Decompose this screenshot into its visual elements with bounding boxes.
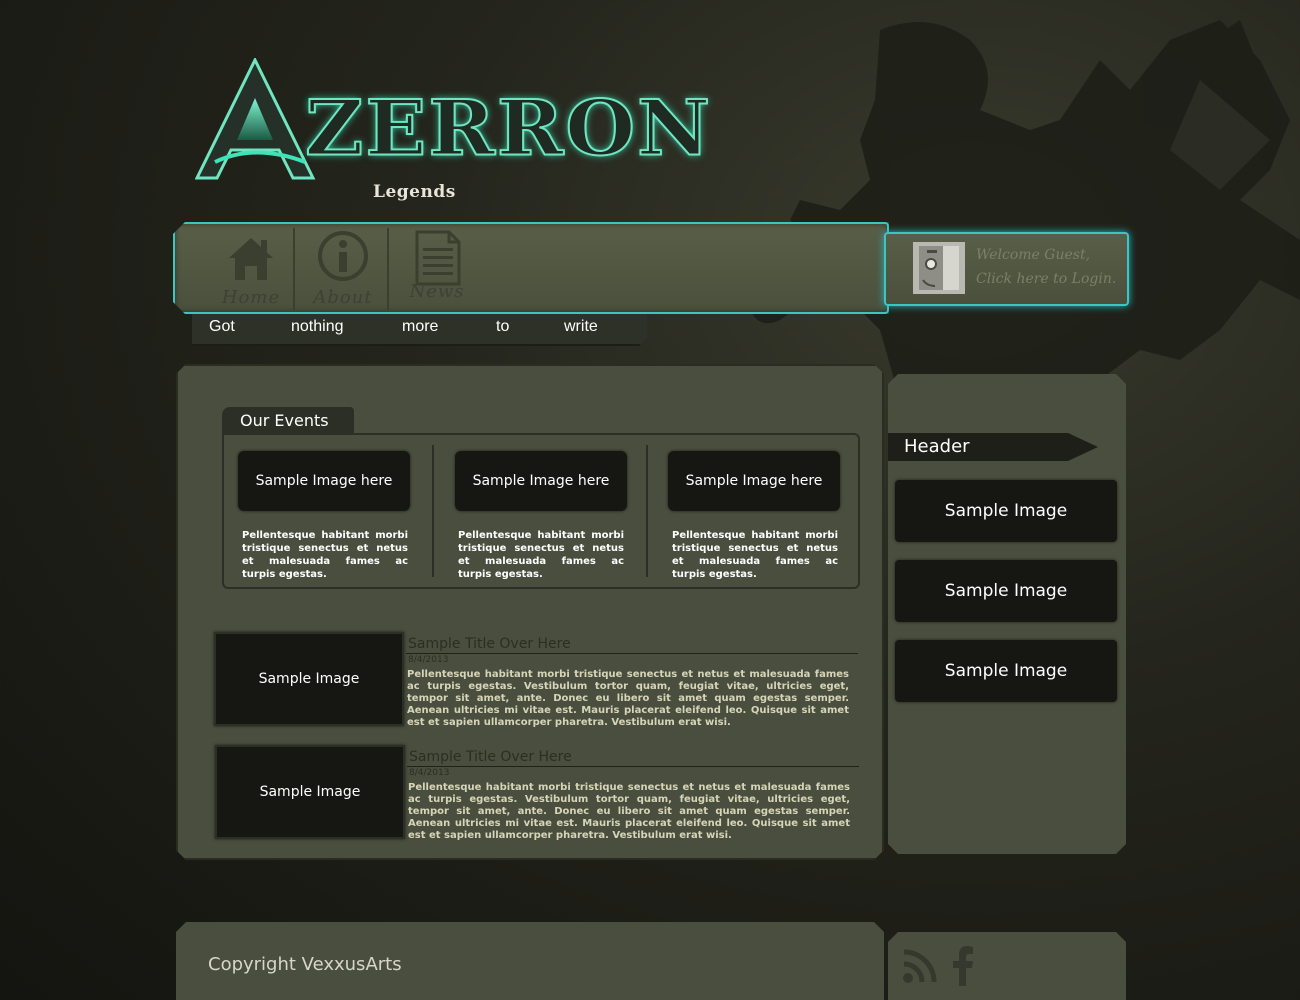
event-description: Pellentesque habitant morbi tristique se… [458, 530, 624, 580]
logo-wordmark: ZERRON [304, 83, 713, 173]
subnav-link[interactable]: to [496, 318, 509, 336]
subnav-link[interactable]: Got [209, 318, 235, 336]
welcome-message[interactable]: Welcome Guest, Click here to Login. [976, 243, 1121, 291]
main-navigation: Home About News [173, 222, 889, 314]
event-divider [646, 445, 648, 577]
event-image[interactable]: Sample Image here [455, 451, 627, 511]
sidebar-image[interactable]: Sample Image [895, 480, 1117, 542]
events-tab: Our Events [222, 407, 354, 435]
subnav-link[interactable]: nothing [291, 318, 344, 336]
nav-label-about: About [313, 287, 373, 308]
news-icon [409, 228, 465, 288]
event-image[interactable]: Sample Image here [238, 451, 410, 511]
login-panel[interactable]: Welcome Guest, Click here to Login. [884, 232, 1129, 306]
nav-item-news[interactable]: News [389, 224, 485, 312]
post-title[interactable]: Sample Title Over Here [408, 636, 571, 652]
sidebar-header: Header [888, 433, 1098, 461]
post-title-underline [407, 766, 859, 767]
post-image[interactable]: Sample Image [214, 632, 404, 726]
post-title-underline [406, 653, 858, 654]
login-link[interactable]: Click here to Login. [976, 267, 1121, 291]
nav-item-about[interactable]: About [295, 224, 391, 312]
sidebar-image[interactable]: Sample Image [895, 560, 1117, 622]
post-body: Pellentesque habitant morbi tristique se… [408, 782, 850, 841]
avatar [913, 242, 965, 294]
facebook-icon[interactable] [952, 946, 974, 986]
post-date: 8/4/2013 [409, 768, 450, 778]
event-divider [432, 445, 434, 577]
nav-item-home[interactable]: Home [203, 224, 299, 312]
events-box: Sample Image here Pellentesque habitant … [222, 433, 860, 589]
user-avatar-icon [919, 246, 959, 290]
info-icon [315, 228, 371, 284]
sidebar-header-text: Header [904, 436, 970, 457]
site-logo[interactable]: ZERRON Legends [195, 58, 711, 208]
post-body: Pellentesque habitant morbi tristique se… [407, 669, 849, 728]
nav-label-home: Home [221, 287, 281, 308]
home-icon [223, 230, 279, 286]
post-date: 8/4/2013 [408, 655, 449, 665]
event-description: Pellentesque habitant morbi tristique se… [242, 530, 408, 580]
copyright-text: Copyright VexxusArts [208, 954, 402, 975]
event-image[interactable]: Sample Image here [668, 451, 840, 511]
nav-label-news: News [409, 281, 465, 302]
footer-social [888, 932, 1126, 1000]
events-title: Our Events [240, 411, 329, 430]
rss-icon[interactable] [902, 948, 938, 984]
post-title[interactable]: Sample Title Over Here [409, 749, 572, 765]
event-description: Pellentesque habitant morbi tristique se… [672, 530, 838, 580]
subnav-link[interactable]: more [402, 318, 438, 336]
footer: Copyright VexxusArts [176, 922, 884, 1000]
sidebar-image[interactable]: Sample Image [895, 640, 1117, 702]
logo-subtitle: Legends [373, 182, 456, 202]
subnav-link[interactable]: write [564, 318, 598, 336]
subnav-bar: Got nothing more to write [192, 314, 647, 346]
welcome-greeting: Welcome Guest, [976, 247, 1091, 263]
post-image[interactable]: Sample Image [215, 745, 405, 839]
